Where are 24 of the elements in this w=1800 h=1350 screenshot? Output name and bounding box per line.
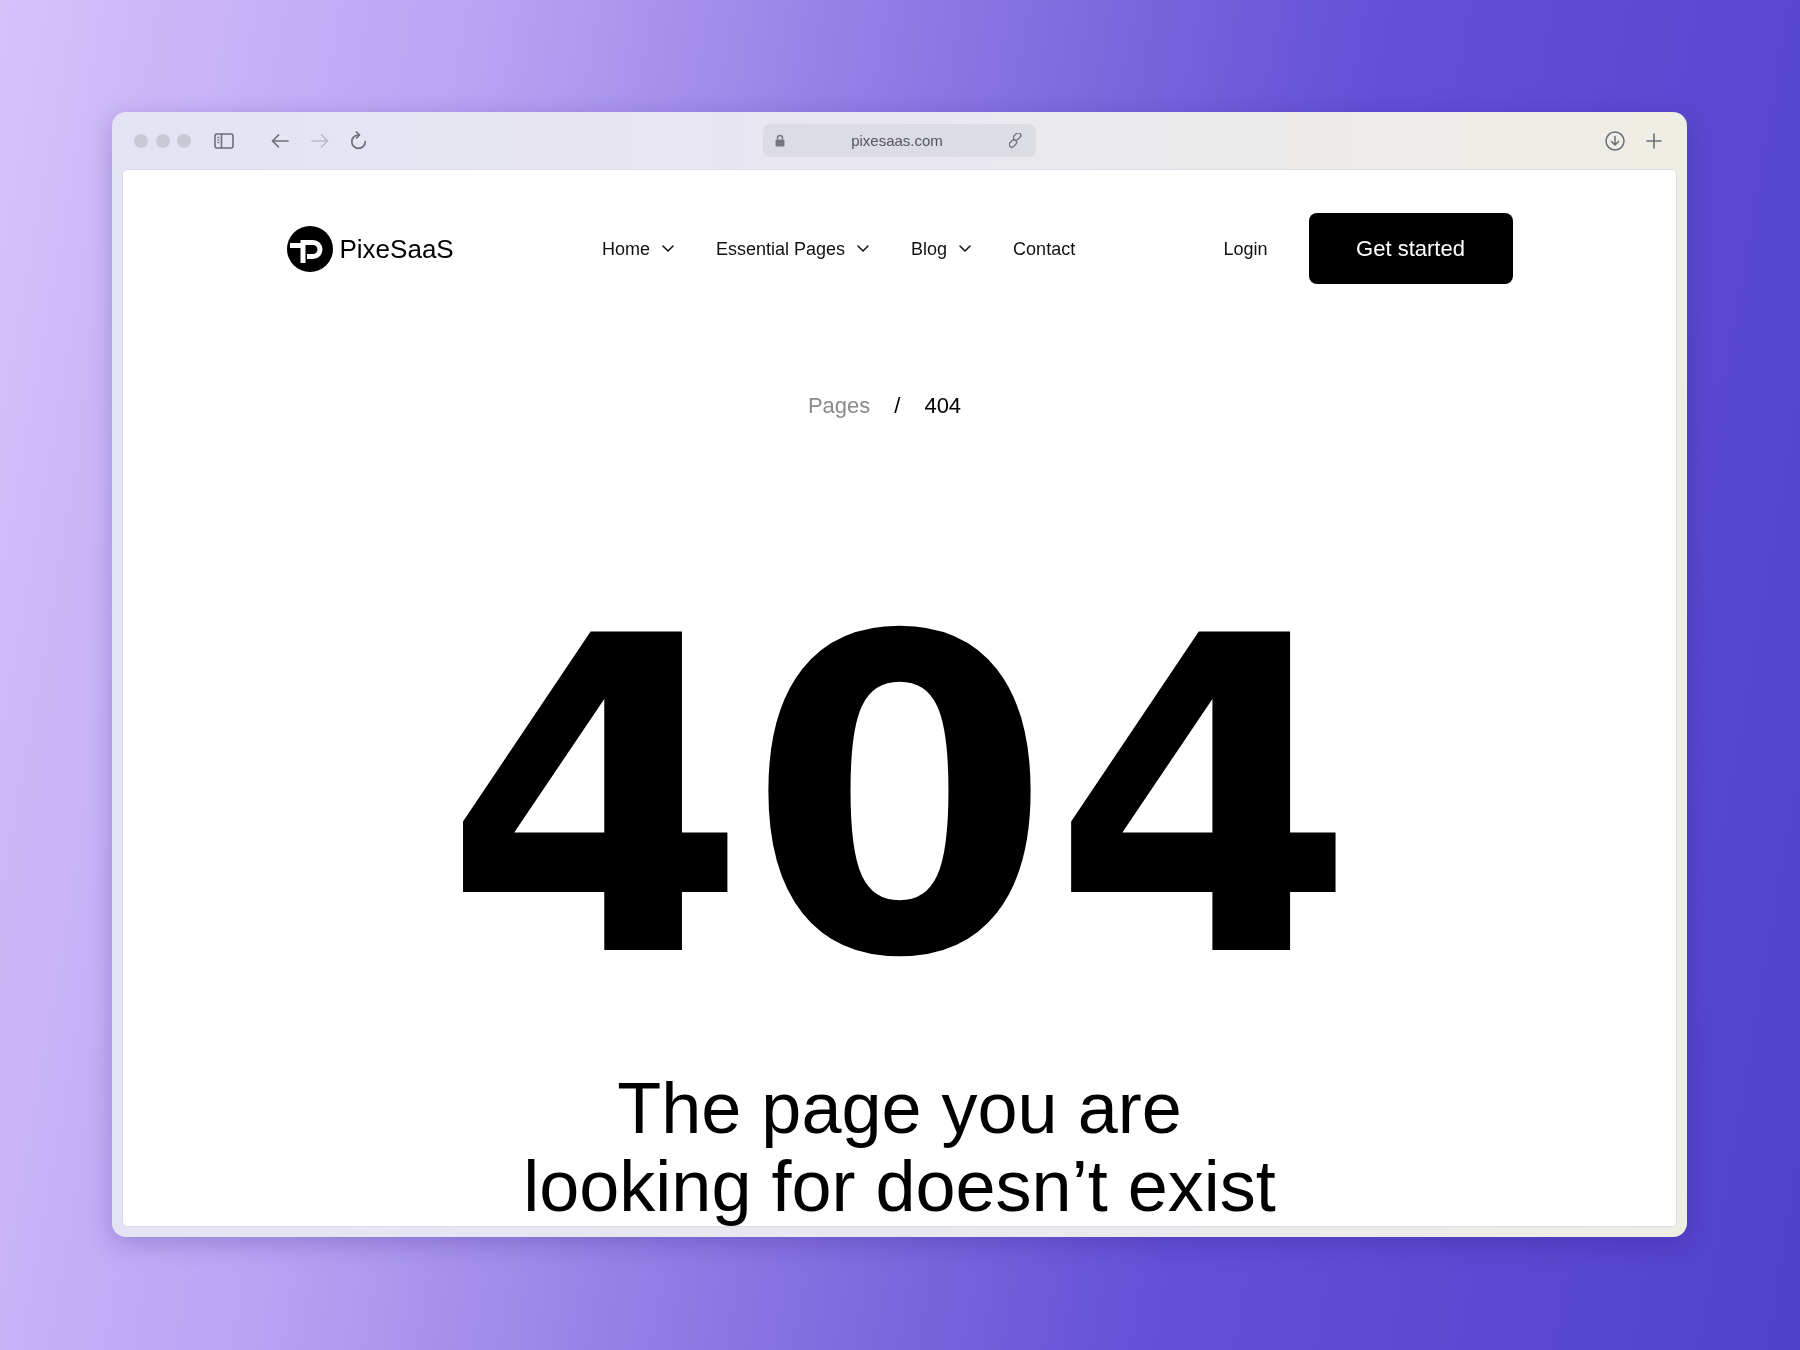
- sidebar-icon[interactable]: [214, 132, 234, 149]
- error-code: 404: [443, 580, 1356, 1017]
- logo-text: PixeSaaS: [339, 235, 454, 262]
- address-field[interactable]: pixesaas.com: [763, 124, 1036, 157]
- plus-icon[interactable]: [1646, 132, 1662, 149]
- breadcrumb-separator: /: [894, 393, 901, 419]
- back-arrow-icon[interactable]: [271, 133, 289, 148]
- url-text: pixesaas.com: [851, 133, 943, 148]
- lock-icon: [775, 134, 785, 147]
- login-link[interactable]: Login: [1223, 239, 1268, 258]
- chevron-down-icon: [959, 245, 972, 252]
- get-started-button[interactable]: Get started: [1308, 213, 1513, 284]
- nav-link[interactable]: Home: [602, 239, 674, 258]
- logo-icon: [286, 225, 333, 272]
- nav-link[interactable]: Essential Pages: [716, 239, 870, 258]
- reload-icon[interactable]: [350, 131, 367, 150]
- download-icon[interactable]: [1605, 130, 1625, 151]
- breadcrumb-current: 404: [924, 393, 962, 419]
- chevron-down-icon: [662, 245, 674, 252]
- error-message: The page you are looking for doesn’t exist: [522, 1069, 1277, 1225]
- nav-link[interactable]: Contact: [1013, 239, 1076, 258]
- nav-link[interactable]: Blog: [911, 239, 972, 258]
- link-icon[interactable]: [1009, 133, 1024, 148]
- chevron-down-icon: [857, 245, 870, 252]
